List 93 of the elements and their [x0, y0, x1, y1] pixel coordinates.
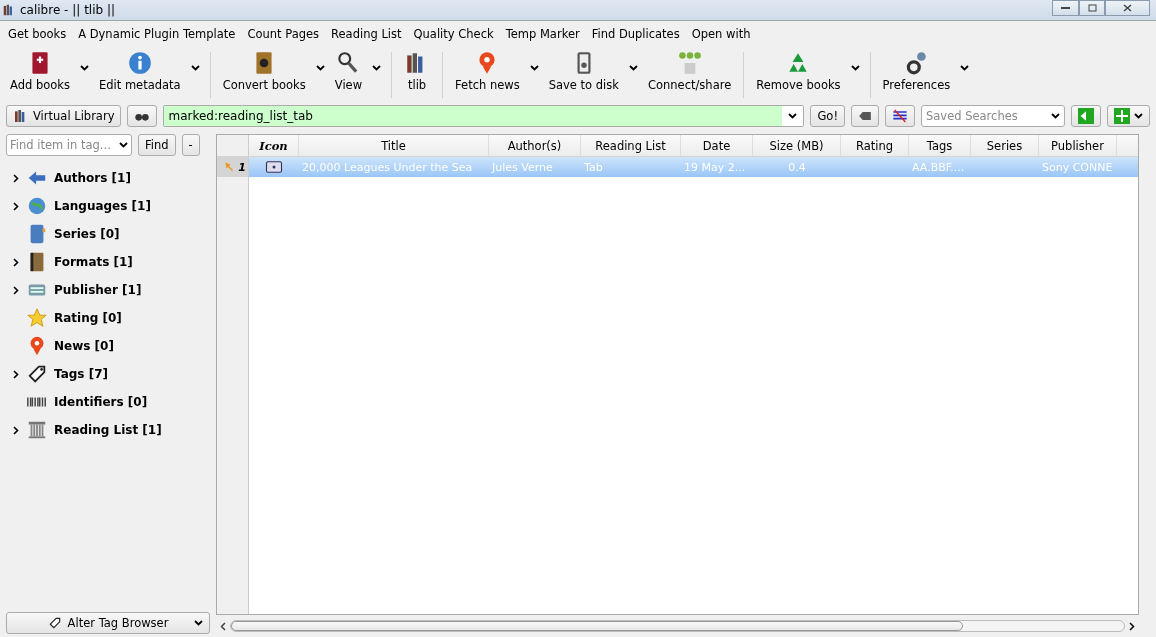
window-title: calibre - || tlib || [20, 3, 116, 17]
toolbar-button[interactable]: Edit metadata [92, 48, 187, 94]
caret-icon [119, 142, 128, 148]
scroll-left-icon[interactable] [220, 621, 226, 631]
column-header[interactable]: Author(s) [489, 135, 581, 156]
table-cell: AA.BBF.... [912, 160, 965, 174]
caret-icon [529, 65, 539, 71]
tag-category-item[interactable]: Identifiers [0] [54, 395, 148, 409]
column-header[interactable]: Rating [841, 135, 909, 156]
search-field[interactable]: marked:reading_list_tab [163, 105, 805, 127]
caret-icon [788, 113, 798, 119]
menu-item[interactable]: Quality Check [407, 25, 500, 46]
horizontal-scrollbar[interactable] [230, 620, 1125, 632]
column-header[interactable]: Reading List [581, 135, 681, 156]
binoculars-button[interactable] [127, 105, 158, 127]
minimize-icon [1061, 6, 1070, 10]
backspace-icon [858, 109, 872, 123]
tag-category-item[interactable]: Reading List [1] [54, 423, 162, 437]
menu-item[interactable]: Open with [685, 25, 757, 46]
row-number: 1 [217, 157, 248, 177]
close-icon [1123, 4, 1132, 12]
saved-search-menu-button[interactable] [1107, 105, 1150, 127]
minimize-button[interactable] [1052, 0, 1079, 16]
menu-item[interactable]: Get books [2, 25, 73, 46]
collapse-button[interactable]: - [181, 134, 200, 156]
tag-category-item[interactable]: Rating [0] [54, 311, 122, 325]
table-cell: 19 May 2... [684, 160, 746, 174]
ebook-reader-icon [265, 158, 283, 176]
caret-icon [850, 65, 860, 71]
toolbar-button[interactable]: Connect/share [641, 48, 738, 94]
saved-searches-dropdown[interactable]: Saved Searches [921, 105, 1065, 127]
toolbar-button[interactable]: Save to disk [542, 48, 625, 94]
column-header[interactable]: Date [681, 135, 753, 156]
caret-icon [1051, 113, 1060, 119]
find-item-field[interactable]: Find item in tag... [6, 134, 132, 156]
go-button[interactable]: Go! [810, 105, 845, 127]
toolbar-button[interactable]: Preferences [876, 48, 957, 94]
caret-icon [960, 65, 970, 71]
tag-icon [47, 616, 62, 630]
column-header[interactable]: Series [971, 135, 1039, 156]
clear-search-button[interactable] [851, 105, 879, 127]
column-header[interactable]: Publisher [1039, 135, 1117, 156]
table-cell: Jules Verne [492, 160, 553, 174]
tag-category-item[interactable]: News [0] [54, 339, 114, 353]
menu-item[interactable]: Count Pages [241, 25, 326, 46]
tag-category-item[interactable]: Formats [1] [54, 255, 133, 269]
virtual-library-button[interactable]: Virtual Library [6, 105, 122, 127]
scroll-right-icon[interactable] [1129, 621, 1135, 631]
table-cell: Sony CONNE [1042, 160, 1113, 174]
caret-icon [194, 620, 203, 626]
network-nodes-icon [676, 50, 703, 76]
caret-icon [372, 65, 382, 71]
toolbar-button[interactable]: View [328, 48, 369, 94]
menu-item[interactable]: Temp Marker [499, 25, 586, 46]
column-pillar-icon [26, 419, 48, 441]
menu-item[interactable]: Find Duplicates [585, 25, 686, 46]
toolbar-button[interactable]: Remove books [750, 48, 847, 94]
toolbar-button[interactable]: Add books [4, 48, 76, 94]
tag-icon [26, 363, 48, 385]
globe-icon [26, 195, 48, 217]
menu-item[interactable]: Reading List [325, 25, 408, 46]
column-header[interactable]: Icon [249, 135, 299, 156]
caret-icon [1134, 113, 1143, 119]
toolbar-button[interactable]: Fetch news [449, 48, 526, 94]
highlight-toggle-button[interactable] [885, 105, 915, 127]
table-cell: 20,000 Leagues Under the Sea [302, 160, 473, 174]
tag-category-item[interactable]: Tags [7] [54, 367, 108, 381]
find-button[interactable]: Find [138, 134, 176, 156]
column-header[interactable]: Title [299, 135, 489, 156]
star-icon [26, 307, 48, 329]
arrow-left-icon [1078, 108, 1094, 124]
close-button[interactable] [1105, 0, 1150, 16]
column-header[interactable]: Size (MB) [753, 135, 841, 156]
info-icon [126, 50, 153, 76]
maximize-icon [1087, 4, 1097, 12]
table-cell: Tab [584, 160, 603, 174]
toolbar-button[interactable]: tlib [398, 48, 437, 94]
caret-icon [628, 65, 638, 71]
copy-search-button[interactable] [1071, 105, 1101, 127]
toolbar-button[interactable]: Convert books [216, 48, 312, 94]
caret-icon [79, 65, 89, 71]
caret-icon [315, 65, 325, 71]
tag-category-item[interactable]: Authors [1] [54, 171, 131, 185]
caret-icon [190, 65, 200, 71]
tag-category-item[interactable]: Series [0] [54, 227, 120, 241]
striped-lines-icon [892, 108, 908, 124]
tag-category-item[interactable]: Languages [1] [54, 199, 151, 213]
column-header[interactable]: Tags [909, 135, 971, 156]
tag-category-item[interactable]: Publisher [1] [54, 283, 142, 297]
alter-tag-browser-button[interactable]: Alter Tag Browser [6, 612, 210, 634]
menu-item[interactable]: A Dynamic Plugin Template [72, 25, 242, 46]
plus-icon [1114, 108, 1130, 124]
table-cell: 0.4 [788, 160, 806, 174]
